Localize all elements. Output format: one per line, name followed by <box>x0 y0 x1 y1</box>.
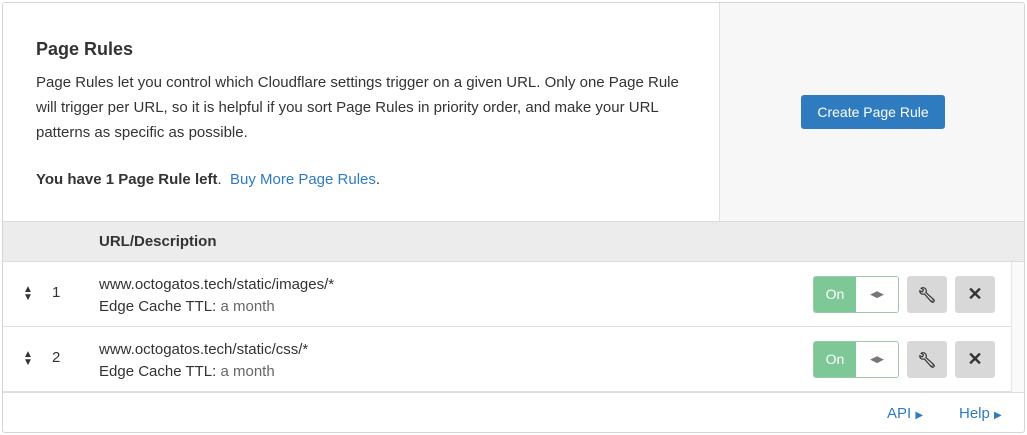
rule-toggle[interactable]: On ◀▶ <box>813 276 899 313</box>
arrows-horizontal-icon: ◀▶ <box>856 277 898 312</box>
scrollbar[interactable] <box>1011 262 1024 392</box>
delete-button[interactable]: ✕ <box>955 276 995 313</box>
remaining-text: You have 1 Page Rule left <box>36 171 218 188</box>
help-label: Help <box>959 405 990 422</box>
rule-url: www.octogatos.tech/static/images/* <box>99 276 335 293</box>
rule-url: www.octogatos.tech/static/css/* <box>99 341 309 358</box>
rule-url-cell: www.octogatos.tech/static/images/* Edge … <box>99 274 334 318</box>
table-row: ▲ ▼ 2 www.octogatos.tech/static/css/* Edg… <box>3 327 1011 392</box>
api-link[interactable]: API ▶ <box>887 405 923 422</box>
period: . <box>217 171 222 188</box>
sort-icon[interactable]: ▲ ▼ <box>23 350 33 368</box>
caret-right-icon: ▶ <box>915 410 924 421</box>
close-icon: ✕ <box>967 349 983 369</box>
toggle-label: On <box>814 277 856 312</box>
wrench-icon: 🔧︎ <box>917 351 937 369</box>
buy-more-link[interactable]: Buy More Page Rules <box>230 171 376 188</box>
arrows-horizontal-icon: ◀▶ <box>856 342 898 377</box>
table-row: ▲ ▼ 1 www.octogatos.tech/static/images/* … <box>3 262 1011 327</box>
period: . <box>375 171 381 188</box>
page-title: Page Rules <box>36 39 134 59</box>
help-link[interactable]: Help ▶ <box>959 405 1002 422</box>
setting-name: Edge Cache TTL: <box>99 363 217 380</box>
rule-number: 1 <box>52 284 61 301</box>
edit-button[interactable]: 🔧︎ <box>907 341 947 378</box>
api-label: API <box>887 405 912 422</box>
rules-remaining: You have 1 Page Rule left. Buy More Page… <box>36 167 686 192</box>
intro-description: Page Rules let you control which Cloudfl… <box>36 74 679 141</box>
intro-section: Page Rules Page Rules let you control wh… <box>3 3 719 221</box>
setting-value: a month <box>220 363 275 380</box>
edit-button[interactable]: 🔧︎ <box>907 276 947 313</box>
page-rules-card: Page Rules Page Rules let you control wh… <box>2 2 1025 433</box>
create-section: Create Page Rule <box>719 3 1024 221</box>
toggle-label: On <box>814 342 856 377</box>
caret-right-icon: ▶ <box>994 410 1002 421</box>
create-page-rule-button[interactable]: Create Page Rule <box>801 95 945 129</box>
close-icon: ✕ <box>967 284 983 304</box>
setting-value: a month <box>220 298 275 315</box>
footer: API ▶ Help ▶ <box>3 392 1024 432</box>
delete-button[interactable]: ✕ <box>955 341 995 378</box>
sort-icon[interactable]: ▲ ▼ <box>23 285 33 303</box>
rule-toggle[interactable]: On ◀▶ <box>813 341 899 378</box>
rule-number: 2 <box>52 349 61 366</box>
setting-name: Edge Cache TTL: <box>99 298 217 315</box>
table-header: URL/Description <box>3 221 1024 262</box>
rule-url-cell: www.octogatos.tech/static/css/* Edge Cac… <box>99 339 308 383</box>
wrench-icon: 🔧︎ <box>917 286 937 304</box>
